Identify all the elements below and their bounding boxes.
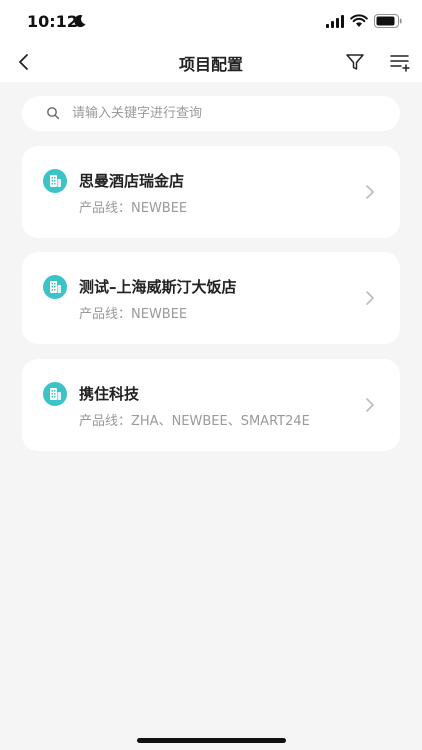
building-icon (43, 382, 67, 406)
project-card[interactable]: 思曼酒店瑞金店 产品线：NEWBEE (22, 146, 400, 238)
search-icon (47, 107, 60, 120)
project-product-line: 产品线：NEWBEE (79, 307, 188, 322)
project-card[interactable]: 测试–上海威斯汀大饭店 产品线：NEWBEE (22, 252, 400, 344)
project-name: 思曼酒店瑞金店 (79, 172, 185, 190)
moon-icon (74, 15, 86, 28)
nav-bar: 项目配置 (0, 44, 422, 82)
chevron-right-icon (366, 185, 374, 199)
list-add-icon[interactable] (389, 51, 411, 73)
status-bar: 10:12 (0, 0, 422, 44)
project-name: 携住科技 (79, 385, 140, 403)
building-icon (43, 275, 67, 299)
project-name: 测试–上海威斯汀大饭店 (79, 278, 237, 296)
home-indicator[interactable] (137, 738, 286, 743)
filter-icon[interactable] (345, 52, 365, 72)
search-input[interactable] (72, 96, 382, 131)
wifi-icon (350, 14, 368, 27)
chevron-right-icon (366, 398, 374, 412)
project-card[interactable]: 携住科技 产品线：ZHA、NEWBEE、SMART24E (22, 359, 400, 451)
project-product-line: 产品线：ZHA、NEWBEE、SMART24E (79, 414, 310, 429)
status-time: 10:12 (27, 12, 78, 31)
chevron-right-icon (366, 291, 374, 305)
battery-icon (374, 14, 402, 28)
signal-icon (326, 15, 344, 28)
screen: 10:12 项目配置 请输入关键字进行查询 思曼酒店瑞金店 产品线：NEWBEE… (0, 0, 422, 750)
search-box (22, 96, 400, 131)
building-icon (43, 169, 67, 193)
project-product-line: 产品线：NEWBEE (79, 201, 188, 216)
